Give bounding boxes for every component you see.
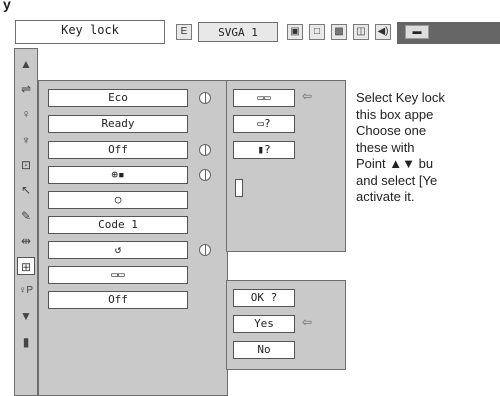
speaker-icon[interactable]: ◀) xyxy=(375,24,391,40)
description-line: Choose one xyxy=(356,123,427,138)
bulb-icon[interactable]: ♀ xyxy=(17,105,35,123)
mode-indicator-icon: E xyxy=(176,24,192,40)
description-line: activate it. xyxy=(356,189,415,204)
setting-value[interactable]: Off xyxy=(48,291,188,309)
dial-icon[interactable] xyxy=(199,92,211,104)
dial-icon[interactable] xyxy=(199,244,211,256)
yes-option[interactable]: Yes xyxy=(233,315,295,333)
lamp-tab[interactable]: ▬ xyxy=(397,22,500,44)
lock-icon[interactable]: ⊞ xyxy=(17,257,35,275)
usb-icon[interactable]: ⇹ xyxy=(17,232,35,250)
doc-icon[interactable]: ◫ xyxy=(353,24,369,40)
menu-title-box: Key lock xyxy=(15,20,165,44)
monitor-icon[interactable]: ⊡ xyxy=(17,156,35,174)
setting-value[interactable]: Code 1 xyxy=(48,216,188,234)
option-item[interactable]: ▮? xyxy=(233,141,295,159)
arrow-left-icon: ⇦ xyxy=(302,89,313,103)
setting-value[interactable]: ○ xyxy=(48,191,188,209)
door-icon xyxy=(235,179,243,197)
setting-value[interactable]: Eco xyxy=(48,89,188,107)
description: Select Key lock this box appe Choose one… xyxy=(356,90,500,206)
arrow-left-icon: ⇦ xyxy=(302,315,313,329)
scroll-up-icon[interactable]: ▲ xyxy=(17,55,35,73)
scroll-down-icon[interactable]: ▼ xyxy=(17,307,35,325)
no-option[interactable]: No xyxy=(233,341,295,359)
description-line: and select [Ye xyxy=(356,172,438,188)
option-item[interactable]: ▭? xyxy=(233,115,295,133)
link-icon[interactable]: ⇌ xyxy=(17,80,35,98)
description-line: this box appe xyxy=(356,106,434,122)
description-line: Point ▲▼ bu xyxy=(356,156,434,171)
setting-value[interactable]: ▭▭ xyxy=(48,266,188,284)
pen-icon[interactable]: ✎ xyxy=(17,207,35,225)
confirm-panel: OK ? Yes ⇦ No xyxy=(226,280,346,370)
signal-mode: SVGA 1 xyxy=(218,26,258,39)
partial-heading-letter: y xyxy=(3,0,11,12)
door-icon[interactable]: ▮ xyxy=(17,333,35,351)
menu-title: Key lock xyxy=(61,23,119,37)
setting-value[interactable]: ↺ xyxy=(48,241,188,259)
image-icon[interactable]: ▩ xyxy=(331,24,347,40)
options-panel: ▭▭ ⇦ ▭? ▮? xyxy=(226,80,346,252)
screen-icon[interactable]: ▣ xyxy=(287,24,303,40)
setting-value[interactable]: Off xyxy=(48,141,188,159)
rect-icon[interactable]: □ xyxy=(309,24,325,40)
settings-panel: Eco Ready Off ⊕▪ ○ Code 1 ↺ ▭▭ Off xyxy=(38,80,228,396)
confirm-question: OK ? xyxy=(233,289,295,307)
filter-icon[interactable]: ♀P xyxy=(17,282,35,300)
fan-icon[interactable]: ♆ xyxy=(17,131,35,149)
setting-value[interactable]: ⊕▪ xyxy=(48,166,188,184)
setting-value[interactable]: Ready xyxy=(48,115,188,133)
cursor-icon[interactable]: ↖ xyxy=(17,181,35,199)
dial-icon[interactable] xyxy=(199,144,211,156)
signal-mode-box: SVGA 1 xyxy=(198,22,278,42)
dial-icon[interactable] xyxy=(199,169,211,181)
description-line: these with xyxy=(356,139,415,155)
sidebar: ▲ ⇌ ♀ ♆ ⊡ ↖ ✎ ⇹ ⊞ ♀P ▼ ▮ xyxy=(14,48,38,396)
option-item[interactable]: ▭▭ xyxy=(233,89,295,107)
lamp-icon: ▬ xyxy=(405,25,429,39)
description-line: Select Key lock xyxy=(356,90,445,105)
